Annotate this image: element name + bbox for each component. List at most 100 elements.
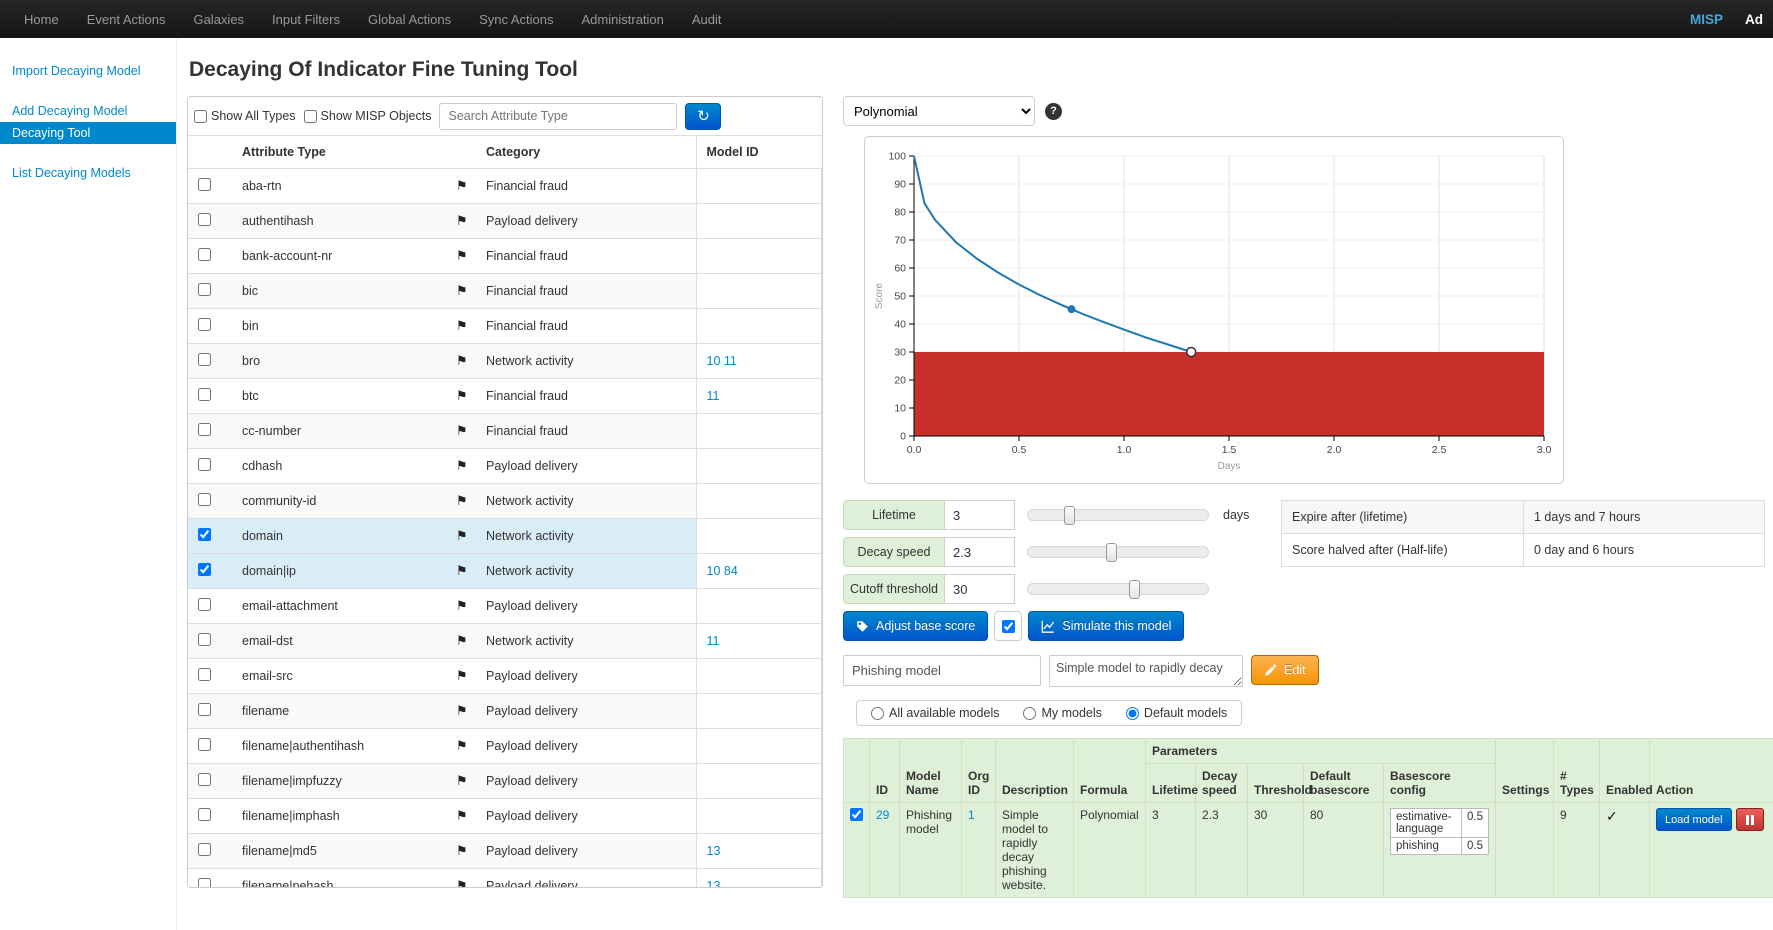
attribute-row-checkbox[interactable] [198,528,211,541]
flag-icon[interactable]: ⚑ [456,493,468,508]
cutoff-threshold-input[interactable] [945,574,1015,604]
flag-icon[interactable]: ⚑ [456,598,468,613]
attribute-row-checkbox[interactable] [198,318,211,331]
flag-icon[interactable]: ⚑ [456,808,468,823]
model-scope-radio[interactable] [871,707,884,720]
model-lifetime-cell: 3 [1146,803,1196,898]
attribute-table-scroll[interactable]: Attribute Type Category Model ID aba-rtn… [188,135,822,888]
sidebar-item-list-decaying-models[interactable]: List Decaying Models [0,162,176,184]
lifetime-input[interactable] [945,500,1015,530]
help-icon[interactable]: ? [1045,103,1062,120]
flag-icon[interactable]: ⚑ [456,668,468,683]
attribute-model-id-link[interactable]: 10 [707,354,721,368]
attribute-row-checkbox[interactable] [198,213,211,226]
attribute-row-checkbox[interactable] [198,878,211,888]
attribute-row-checkbox[interactable] [198,633,211,646]
show-misp-objects-option[interactable]: Show MISP Objects [304,109,432,123]
flag-icon[interactable]: ⚑ [456,388,468,403]
attribute-row-checkbox[interactable] [198,178,211,191]
attribute-model-id-link[interactable]: 11 [724,354,737,368]
show-all-types-checkbox[interactable] [194,110,207,123]
attribute-row-checkbox[interactable] [198,353,211,366]
nav-item-administration[interactable]: Administration [568,12,678,27]
adjust-base-score-checkbox[interactable] [1002,620,1015,633]
attribute-model-id-link[interactable]: 11 [707,634,720,648]
flag-icon[interactable]: ⚑ [456,178,468,193]
navbar-user-text[interactable]: Ad [1739,12,1763,27]
sidebar-item-add-decaying-model[interactable]: Add Decaying Model [0,100,176,122]
attribute-row-checkbox[interactable] [198,563,211,576]
edit-model-button[interactable]: Edit [1251,655,1319,685]
attribute-model-id-link[interactable]: 84 [724,564,738,578]
nav-item-home[interactable]: Home [10,12,73,27]
attribute-model-id-link[interactable]: 10 [707,564,721,578]
lifetime-slider[interactable] [1027,509,1209,521]
attribute-row-checkbox[interactable] [198,388,211,401]
attribute-row-checkbox[interactable] [198,808,211,821]
pause-model-button[interactable] [1736,808,1764,831]
attribute-row-checkbox[interactable] [198,738,211,751]
sidebar-item-import-decaying-model[interactable]: Import Decaying Model [0,60,176,82]
model-scope-option-my-models[interactable]: My models [1023,706,1101,720]
attribute-row-checkbox[interactable] [198,773,211,786]
attribute-row-checkbox[interactable] [198,248,211,261]
flag-icon[interactable]: ⚑ [456,773,468,788]
attribute-model-id-link[interactable]: 13 [707,844,721,858]
attribute-row-checkbox[interactable] [198,843,211,856]
flag-icon[interactable]: ⚑ [456,528,468,543]
flag-icon[interactable]: ⚑ [456,458,468,473]
model-scope-option-default-models[interactable]: Default models [1126,706,1227,720]
load-model-button[interactable]: Load model [1656,808,1732,831]
model-org-link[interactable]: 1 [968,808,975,822]
flag-icon[interactable]: ⚑ [456,633,468,648]
misp-brand-link[interactable]: MISP [1674,12,1739,27]
search-attribute-input[interactable] [439,103,677,130]
flag-icon[interactable]: ⚑ [456,353,468,368]
flag-icon[interactable]: ⚑ [456,423,468,438]
model-scope-radio[interactable] [1126,707,1139,720]
formula-select[interactable]: Polynomial [843,96,1035,126]
nav-item-sync-actions[interactable]: Sync Actions [465,12,567,27]
flag-icon[interactable]: ⚑ [456,703,468,718]
flag-icon[interactable]: ⚑ [456,318,468,333]
attribute-category-cell: Financial fraud [476,169,696,204]
sidebar-item-decaying-tool[interactable]: Decaying Tool [0,122,176,144]
attribute-row-checkbox[interactable] [198,283,211,296]
attribute-row-checkbox[interactable] [198,423,211,436]
model-description-textarea[interactable]: Simple model to rapidly decay [1049,655,1243,687]
attribute-row-checkbox[interactable] [198,703,211,716]
show-all-types-option[interactable]: Show All Types [194,109,296,123]
flag-icon[interactable]: ⚑ [456,563,468,578]
flag-icon[interactable]: ⚑ [456,738,468,753]
nav-item-galaxies[interactable]: Galaxies [179,12,258,27]
attribute-checkbox-cell [188,799,232,834]
attribute-row-checkbox[interactable] [198,458,211,471]
attribute-row-checkbox[interactable] [198,598,211,611]
adjust-base-score-button[interactable]: Adjust base score [843,611,988,641]
decay-speed-slider[interactable] [1027,546,1209,558]
flag-icon[interactable]: ⚑ [456,213,468,228]
model-row-checkbox[interactable] [850,808,863,821]
flag-icon[interactable]: ⚑ [456,248,468,263]
model-id-link[interactable]: 29 [876,808,889,822]
nav-item-event-actions[interactable]: Event Actions [73,12,180,27]
nav-item-input-filters[interactable]: Input Filters [258,12,354,27]
model-name-input[interactable] [843,655,1041,686]
model-scope-option-all-available-models[interactable]: All available models [871,706,999,720]
flag-icon[interactable]: ⚑ [456,878,468,888]
flag-icon[interactable]: ⚑ [456,283,468,298]
flag-icon[interactable]: ⚑ [456,843,468,858]
attribute-row-checkbox[interactable] [198,493,211,506]
attribute-row-checkbox[interactable] [198,668,211,681]
decay-speed-input[interactable] [945,537,1015,567]
nav-item-global-actions[interactable]: Global Actions [354,12,465,27]
simulate-model-button[interactable]: Simulate this model [1028,611,1184,641]
cutoff-threshold-slider[interactable] [1027,583,1209,595]
show-misp-objects-checkbox[interactable] [304,110,317,123]
nav-item-audit[interactable]: Audit [678,12,736,27]
refresh-button[interactable]: ↻ [685,103,721,130]
attribute-model-id-link[interactable]: 11 [707,389,720,403]
page-title: Decaying Of Indicator Fine Tuning Tool [189,58,1773,82]
model-scope-radio[interactable] [1023,707,1036,720]
attribute-model-id-link[interactable]: 13 [707,879,721,888]
